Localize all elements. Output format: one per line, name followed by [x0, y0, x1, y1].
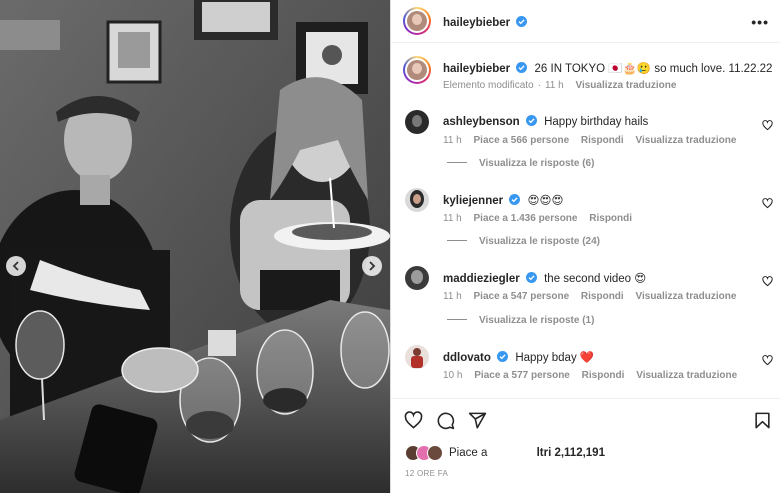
comment-likes[interactable]: Piace a 566 persone	[474, 135, 570, 146]
verified-badge-icon	[509, 194, 521, 205]
reply-button[interactable]: Rispondi	[589, 213, 632, 224]
comment-time[interactable]: 11 h	[443, 135, 462, 146]
comment-time[interactable]: 10 h	[443, 370, 462, 381]
heart-icon[interactable]	[762, 120, 773, 131]
avatar[interactable]	[405, 110, 429, 134]
comment-likes[interactable]: Piace a 577 persone	[474, 370, 570, 381]
comment-username[interactable]: ashleybenson	[443, 116, 520, 128]
story-ring[interactable]	[403, 7, 431, 35]
post-time[interactable]: 12 ORE FA	[405, 469, 448, 478]
verified-badge-icon	[516, 16, 528, 27]
heart-icon[interactable]	[762, 198, 773, 209]
translate-button[interactable]: Visualizza traduzione	[635, 135, 736, 146]
heart-icon[interactable]	[404, 411, 423, 430]
comment-likes[interactable]: Piace a 1.436 persone	[474, 213, 578, 224]
view-replies-button[interactable]: Visualizza le risposte (24)	[447, 236, 600, 247]
caption-time[interactable]: 11 h	[545, 80, 564, 91]
caption-username[interactable]: haileybieber	[443, 63, 510, 75]
next-photo-button[interactable]	[362, 256, 382, 276]
comment-icon[interactable]	[436, 411, 455, 430]
reply-button[interactable]: Rispondi	[582, 370, 625, 381]
verified-badge-icon	[516, 62, 528, 73]
post-actions: Piace a ltri 2,112,191 12 ORE FA	[391, 398, 780, 493]
post-header: haileybieber •••	[391, 0, 780, 43]
heart-icon[interactable]	[762, 355, 773, 366]
post-photo[interactable]	[0, 0, 390, 493]
avatar	[427, 445, 443, 461]
avatar	[407, 60, 427, 80]
verified-badge-icon	[525, 272, 537, 283]
view-replies-button[interactable]: Visualizza le risposte (6)	[447, 158, 594, 169]
avatar[interactable]	[405, 266, 429, 290]
author-username[interactable]: haileybieber	[443, 17, 510, 29]
verified-badge-icon	[497, 351, 509, 362]
comment-text: Happy birthday hails	[544, 116, 649, 128]
avatar[interactable]	[405, 188, 429, 212]
translate-button[interactable]: Visualizza traduzione	[635, 291, 736, 302]
translate-button[interactable]: Visualizza traduzione	[636, 370, 737, 381]
caption-story-ring[interactable]	[403, 56, 431, 84]
comment-username[interactable]: kyliejenner	[443, 195, 503, 207]
heart-icon[interactable]	[762, 276, 773, 287]
comment-time[interactable]: 11 h	[443, 213, 462, 224]
verified-badge-icon	[525, 115, 537, 126]
translate-button[interactable]: Visualizza traduzione	[575, 80, 676, 91]
reply-button[interactable]: Rispondi	[581, 291, 624, 302]
comment-time[interactable]: 11 h	[443, 291, 462, 302]
bookmark-icon[interactable]	[753, 411, 772, 430]
reply-button[interactable]: Rispondi	[581, 135, 624, 146]
previous-photo-button[interactable]	[6, 256, 26, 276]
comment-text: 😍😍😍	[527, 195, 564, 207]
comment-text: the second video 😍	[544, 273, 647, 285]
avatar	[407, 11, 427, 31]
more-options-button[interactable]: •••	[751, 14, 769, 30]
comment-likes[interactable]: Piace a 547 persone	[474, 291, 570, 302]
chevron-left-icon	[12, 261, 19, 271]
caption-text: 26 IN TOKYO 🇯🇵🎂🥲 so much love. 11.22.22	[534, 63, 773, 75]
share-icon[interactable]	[468, 411, 487, 430]
post-sidebar: haileybieber ••• haileybieber 26 IN TOKY…	[390, 0, 780, 493]
view-replies-button[interactable]: Visualizza le risposte (1)	[447, 315, 594, 326]
birthday-photo	[0, 0, 390, 493]
likes-prefix: Piace a	[449, 447, 488, 459]
chevron-right-icon	[369, 261, 376, 271]
likes-count[interactable]: ltri 2,112,191	[537, 447, 605, 459]
avatar[interactable]	[405, 345, 429, 369]
edited-label: Elemento modificato	[443, 80, 534, 91]
comment-username[interactable]: ddlovato	[443, 352, 491, 364]
comment-text: Happy bday ❤️	[515, 352, 595, 364]
comment-username[interactable]: maddieziegler	[443, 273, 520, 285]
